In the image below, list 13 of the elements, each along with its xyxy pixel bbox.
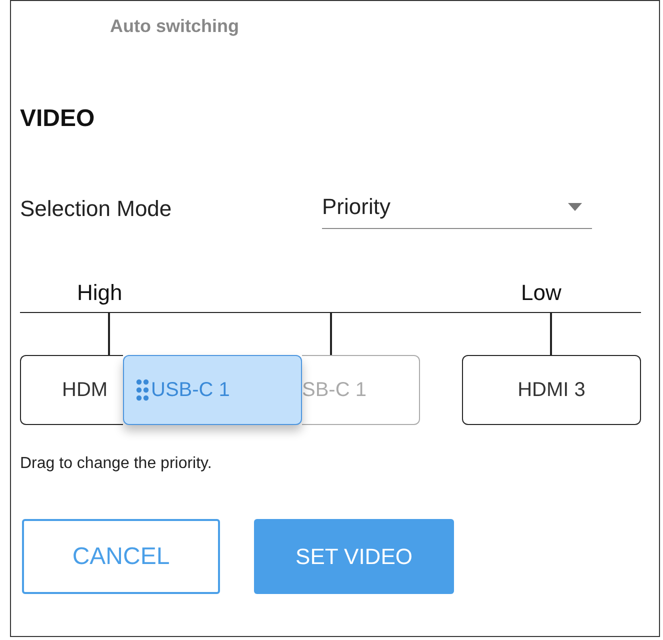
selection-mode-dropdown[interactable]: Priority xyxy=(322,192,592,229)
cancel-button[interactable]: CANCEL xyxy=(22,519,220,594)
dragged-source-chip[interactable]: USB-C 1 xyxy=(123,355,302,425)
low-label: Low xyxy=(521,280,562,306)
field-label: Selection Mode xyxy=(20,195,173,222)
drag-handle-icon xyxy=(136,379,149,401)
caret-icon xyxy=(568,203,582,211)
source-box[interactable]: HDMI 3 xyxy=(462,355,641,425)
section-title: VIDEO xyxy=(20,105,96,133)
page-title: Auto switching xyxy=(110,16,240,37)
high-label: High xyxy=(77,280,122,306)
set-video-button[interactable]: SET VIDEO xyxy=(254,519,454,594)
hint-text: Drag to change the priority. xyxy=(20,455,213,473)
